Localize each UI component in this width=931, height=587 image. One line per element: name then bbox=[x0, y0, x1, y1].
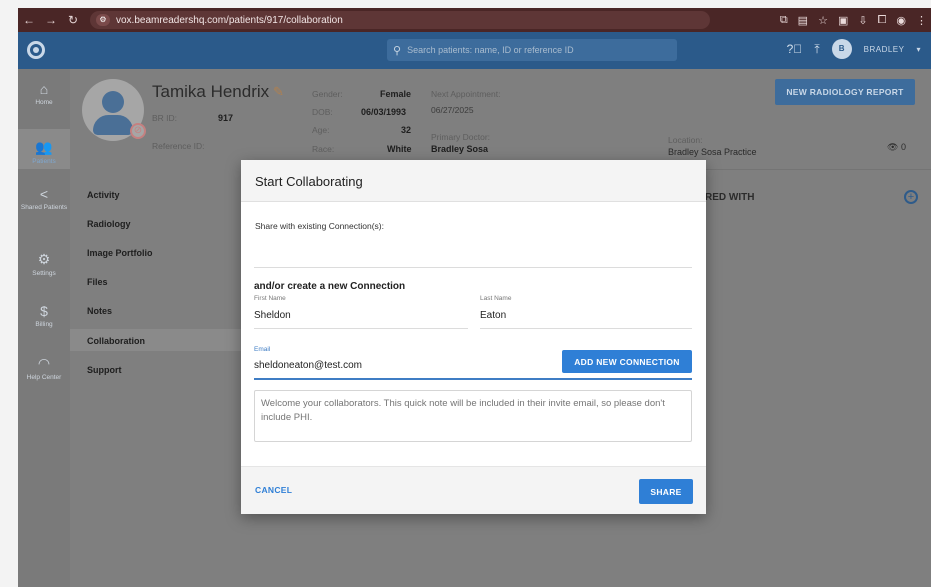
new-radiology-report-button[interactable]: NEW RADIOLOGY REPORT bbox=[775, 79, 915, 105]
start-collaborating-dialog: Start Collaborating Share with existing … bbox=[241, 160, 706, 514]
edit-pencil-icon[interactable]: ✎ bbox=[273, 84, 284, 100]
email-underline bbox=[254, 378, 692, 380]
add-new-connection-button[interactable]: ADD NEW CONNECTION bbox=[562, 350, 692, 373]
app-logo-icon[interactable] bbox=[27, 41, 45, 59]
left-nav-rail: ⌂ Home 👥 Patients < Shared Patients ⚙ Se… bbox=[18, 69, 70, 587]
gear-icon: ⚙ bbox=[37, 251, 51, 267]
search-input[interactable] bbox=[407, 45, 668, 55]
next-appointment-label: Next Appointment: bbox=[431, 89, 501, 99]
gender-value: Female bbox=[380, 89, 412, 99]
invite-note-textarea[interactable] bbox=[254, 390, 692, 442]
subnav-support[interactable]: Support bbox=[87, 365, 122, 375]
subnav-files[interactable]: Files bbox=[87, 277, 108, 287]
last-name-label: Last Name bbox=[480, 295, 512, 302]
last-name-underline bbox=[480, 328, 692, 329]
last-name-input[interactable] bbox=[480, 310, 680, 321]
reload-icon[interactable]: ↻ bbox=[62, 13, 84, 27]
dob-label: DOB: bbox=[312, 107, 333, 117]
browser-actions: ⧉ ▤ ☆ ▣ ⇩ ⧠ ◉ ⋮ bbox=[780, 8, 927, 32]
subnav-image-portfolio[interactable]: Image Portfolio bbox=[87, 248, 153, 258]
subnav-radiology[interactable]: Radiology bbox=[87, 219, 131, 229]
existing-connections-label: Share with existing Connection(s): bbox=[255, 221, 384, 231]
email-label: Email bbox=[254, 346, 271, 353]
address-bar[interactable]: ⚙ vox.beamreadershq.com/patients/917/col… bbox=[90, 11, 710, 29]
rail-item-help-center[interactable]: ◠ Help Center bbox=[18, 355, 70, 382]
chevron-down-icon[interactable]: ▾ bbox=[916, 45, 921, 54]
dialog-header: Start Collaborating bbox=[241, 160, 706, 202]
browser-toolbar: ← → ↻ ⚙ vox.beamreadershq.com/patients/9… bbox=[18, 8, 931, 32]
dollar-icon: $ bbox=[40, 303, 48, 319]
extension-icon[interactable]: ▣ bbox=[838, 14, 848, 27]
views-count[interactable]: 👁 0 bbox=[887, 142, 906, 153]
forward-arrow-icon[interactable]: → bbox=[40, 13, 62, 27]
shared-with-heading: RED WITH bbox=[705, 192, 755, 203]
email-input[interactable] bbox=[254, 360, 544, 371]
rail-item-patients[interactable]: 👥 Patients bbox=[18, 129, 70, 169]
existing-connections-field[interactable] bbox=[254, 267, 692, 268]
share-button[interactable]: SHARE bbox=[639, 479, 693, 504]
br-id-value: 917 bbox=[218, 113, 234, 123]
home-icon: ⌂ bbox=[39, 81, 49, 97]
url-text: vox.beamreadershq.com/patients/917/colla… bbox=[116, 14, 343, 26]
primary-doctor-value: Bradley Sosa bbox=[431, 144, 489, 154]
patient-search[interactable]: ⚲ bbox=[387, 39, 677, 61]
subnav-collaboration[interactable]: Collaboration bbox=[87, 336, 145, 346]
help-icon: ◠ bbox=[37, 355, 51, 371]
no-photo-icon: ⊘ bbox=[130, 123, 146, 139]
br-id-label: BR ID: bbox=[152, 113, 178, 123]
user-name[interactable]: BRADLEY bbox=[864, 45, 905, 54]
dialog-footer: CANCEL SHARE bbox=[241, 466, 706, 514]
mic-icon[interactable]: ⇩ bbox=[858, 14, 867, 27]
app-header: ⚲ ?⃝ ⤒ B BRADLEY ▾ bbox=[18, 32, 931, 69]
user-avatar[interactable]: B bbox=[831, 39, 852, 59]
location-label: Location: bbox=[668, 135, 703, 145]
star-icon[interactable]: ☆ bbox=[818, 14, 828, 27]
primary-doctor-label: Primary Doctor: bbox=[431, 132, 491, 142]
next-appointment-value: 06/27/2025 bbox=[431, 105, 474, 115]
help-circle-icon[interactable]: ?⃝ bbox=[787, 42, 803, 56]
menu-icon[interactable]: ⋮ bbox=[916, 14, 927, 27]
rail-item-shared-patients[interactable]: < Shared Patients bbox=[18, 186, 70, 212]
patient-name: Tamika Hendrix bbox=[152, 82, 270, 101]
add-circle-icon[interactable]: + bbox=[904, 190, 918, 204]
share-icon: < bbox=[39, 186, 49, 202]
race-value: White bbox=[387, 144, 412, 154]
site-settings-icon[interactable]: ⚙ bbox=[96, 14, 110, 26]
location-value: Bradley Sosa Practice bbox=[668, 147, 757, 157]
race-label: Race: bbox=[312, 144, 335, 154]
dialog-title: Start Collaborating bbox=[255, 174, 363, 189]
profile-icon[interactable]: ◉ bbox=[896, 14, 906, 27]
eye-icon: 👁 bbox=[887, 142, 899, 152]
first-name-input[interactable] bbox=[254, 310, 454, 321]
upload-icon[interactable]: ⤒ bbox=[814, 42, 819, 57]
header-actions: ?⃝ ⤒ B BRADLEY ▾ bbox=[787, 39, 921, 59]
subnav-notes[interactable]: Notes bbox=[87, 306, 112, 316]
cancel-button[interactable]: CANCEL bbox=[255, 485, 292, 495]
subnav-activity[interactable]: Activity bbox=[87, 190, 120, 200]
browser-window: ← → ↻ ⚙ vox.beamreadershq.com/patients/9… bbox=[18, 8, 931, 587]
gender-label: Gender: bbox=[312, 89, 343, 99]
first-name-label: First Name bbox=[254, 295, 286, 302]
rail-item-home[interactable]: ⌂ Home bbox=[18, 81, 70, 107]
views-value: 0 bbox=[900, 142, 906, 152]
patient-avatar[interactable]: ⊘ bbox=[82, 79, 146, 141]
rail-item-settings[interactable]: ⚙ Settings bbox=[18, 251, 70, 278]
age-value: 32 bbox=[401, 125, 412, 135]
avatar-head bbox=[102, 91, 124, 113]
search-icon: ⚲ bbox=[393, 44, 402, 57]
dob-value: 06/03/1993 bbox=[361, 107, 407, 117]
age-label: Age: bbox=[312, 125, 330, 135]
new-connection-title: and/or create a new Connection bbox=[254, 281, 406, 292]
avatar-body bbox=[93, 115, 133, 135]
first-name-underline bbox=[254, 328, 468, 329]
rail-item-billing[interactable]: $ Billing bbox=[18, 303, 70, 329]
back-arrow-icon[interactable]: ← bbox=[18, 13, 40, 27]
patients-icon: 👥 bbox=[35, 139, 53, 155]
cast-icon[interactable]: ⧉ bbox=[780, 14, 788, 27]
reference-id-label: Reference ID: bbox=[152, 141, 205, 151]
puzzle-icon[interactable]: ⧠ bbox=[878, 14, 887, 27]
tab-icon[interactable]: ▤ bbox=[798, 14, 808, 27]
